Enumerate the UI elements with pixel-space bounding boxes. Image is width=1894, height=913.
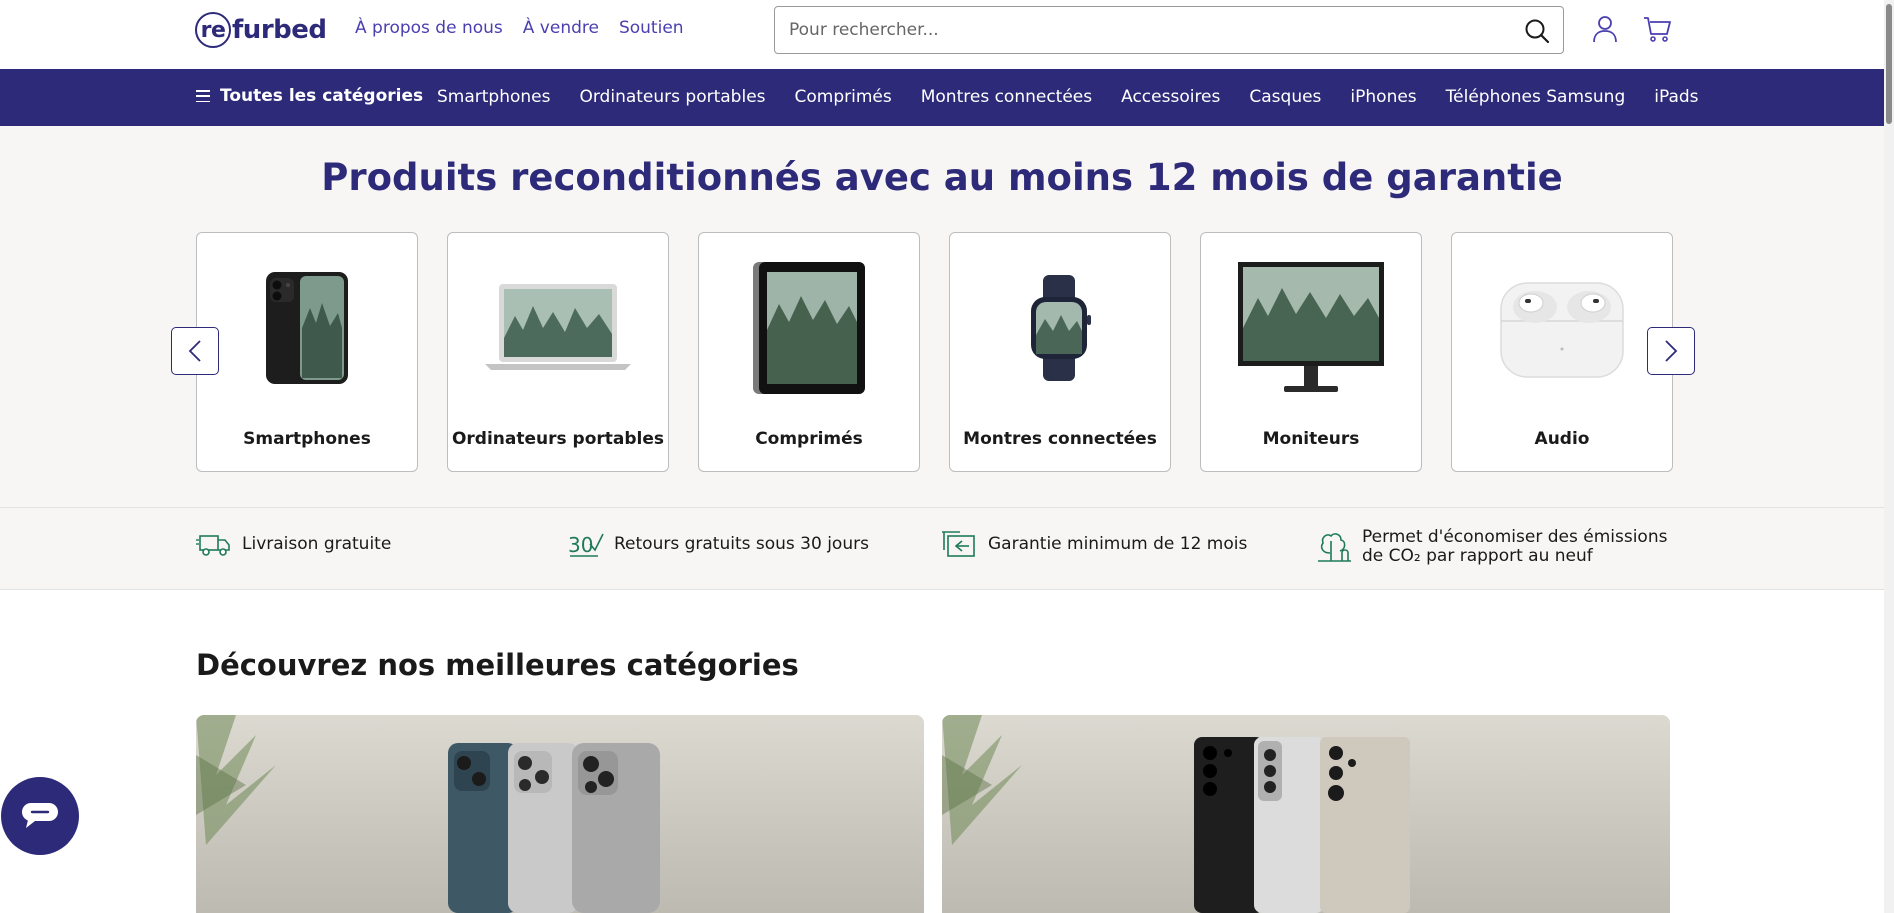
iphones-banner-image [196, 715, 660, 913]
benefit-text: Livraison gratuite [242, 534, 392, 554]
category-banner-iphones[interactable] [196, 715, 924, 913]
nav-item-accessories[interactable]: Accessoires [1121, 87, 1220, 107]
chevron-left-icon [188, 340, 201, 362]
benefits-bar: Livraison gratuite 30 Retours gratuits s… [0, 508, 1884, 590]
top-header: re furbed À propos de nous À vendre Souti… [0, 0, 1894, 69]
carousel-prev-button[interactable] [171, 327, 219, 375]
search-icon[interactable] [1523, 17, 1551, 45]
monitor-image [1238, 262, 1384, 392]
benefit-text-line1: Permet d'économiser des émissions [1362, 527, 1668, 547]
category-card-label: Montres connectées [963, 429, 1157, 449]
laptop-image [485, 284, 631, 370]
category-card-tablets[interactable]: Comprimés [698, 232, 920, 472]
nav-item-headphones[interactable]: Casques [1249, 87, 1321, 107]
chat-button[interactable] [1, 777, 79, 855]
link-sell[interactable]: À vendre [523, 18, 599, 38]
earbuds-image [1500, 282, 1624, 378]
top-links: À propos de nous À vendre Soutien [355, 18, 684, 38]
category-nav: Toutes les catégories Smartphones Ordina… [0, 69, 1884, 126]
nav-item-smartwatches[interactable]: Montres connectées [921, 87, 1092, 107]
hero-title: Produits reconditionnés avec au moins 12… [321, 156, 1563, 199]
tree-icon [1318, 533, 1351, 562]
benefit-free-shipping: Livraison gratuite [196, 530, 391, 558]
category-card-smartphones[interactable]: Smartphones [196, 232, 418, 472]
chevron-right-icon [1665, 340, 1678, 362]
logo-prefix: re [195, 12, 231, 48]
category-banner-samsung[interactable] [942, 715, 1670, 913]
chat-icon [22, 803, 58, 828]
cart-icon[interactable] [1642, 14, 1672, 44]
link-about[interactable]: À propos de nous [355, 18, 503, 38]
30-days-icon: 30 [568, 533, 604, 557]
tablet-image [753, 262, 865, 394]
nav-item-smartphones[interactable]: Smartphones [437, 87, 550, 107]
nav-items: Smartphones Ordinateurs portables Compri… [437, 87, 1728, 107]
warranty-icon [942, 531, 975, 557]
benefit-warranty: Garantie minimum de 12 mois [942, 530, 1247, 558]
category-card-laptops[interactable]: Ordinateurs portables [447, 232, 669, 472]
page-scrollbar-thumb[interactable] [1886, 4, 1892, 124]
category-card-audio[interactable]: Audio [1451, 232, 1673, 472]
category-carousel: Smartphones Ordinateurs portables Compri… [196, 232, 1673, 472]
smartwatch-image [1031, 275, 1091, 381]
nav-item-laptops[interactable]: Ordinateurs portables [579, 87, 765, 107]
page-scrollbar-track[interactable] [1884, 0, 1894, 913]
user-icon[interactable] [1590, 14, 1620, 44]
all-categories-label: Toutes les catégories [220, 86, 424, 106]
link-support[interactable]: Soutien [619, 18, 684, 38]
nav-item-iphones[interactable]: iPhones [1350, 87, 1416, 107]
all-categories-button[interactable]: Toutes les catégories [196, 86, 423, 106]
benefit-free-returns: 30 Retours gratuits sous 30 jours [568, 530, 869, 558]
nav-item-samsung-phones[interactable]: Téléphones Samsung [1446, 87, 1626, 107]
nav-item-tablets[interactable]: Comprimés [795, 87, 892, 107]
category-card-label: Ordinateurs portables [451, 429, 665, 449]
benefit-text-line2: de CO₂ par rapport au neuf [1362, 546, 1593, 566]
svg-text:30: 30 [568, 533, 593, 557]
nav-item-ipads[interactable]: iPads [1654, 87, 1698, 107]
category-card-monitors[interactable]: Moniteurs [1200, 232, 1422, 472]
carousel-next-button[interactable] [1647, 327, 1695, 375]
benefit-co2: Permet d'économiser des émissions de CO₂… [1316, 528, 1667, 566]
category-card-label: Comprimés [755, 429, 863, 449]
category-card-label: Moniteurs [1262, 429, 1360, 449]
best-categories-title: Découvrez nos meilleures catégories [196, 648, 799, 682]
truck-icon [196, 535, 230, 556]
search-input[interactable] [789, 7, 1489, 53]
hero-section: Produits reconditionnés avec au moins 12… [0, 126, 1884, 508]
refurbed-logo[interactable]: re furbed [195, 12, 327, 48]
hamburger-icon [196, 90, 210, 102]
samsung-banner-image [942, 715, 1410, 913]
smartphone-image [266, 272, 348, 384]
logo-suffix: furbed [232, 15, 327, 45]
category-card-smartwatches[interactable]: Montres connectées [949, 232, 1171, 472]
benefit-text: Retours gratuits sous 30 jours [614, 534, 869, 554]
category-card-label: Audio [1534, 429, 1590, 449]
search-box [774, 6, 1564, 54]
benefit-text: Garantie minimum de 12 mois [988, 534, 1248, 554]
category-card-label: Smartphones [243, 429, 371, 449]
